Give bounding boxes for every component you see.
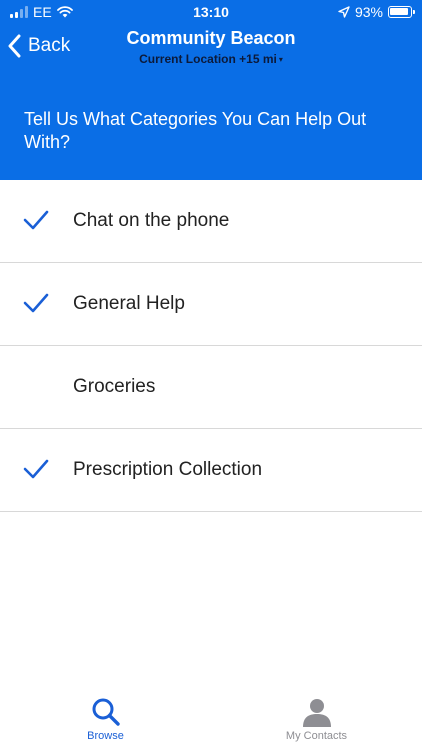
category-label: General Help (73, 293, 185, 314)
location-selector[interactable]: Current Location +15 mi ▾ (0, 52, 422, 66)
tab-my-contacts-label: My Contacts (285, 730, 348, 742)
caret-down-icon: ▾ (278, 55, 283, 65)
header: EE 13:10 93% Back Community Beacon Curre… (0, 0, 422, 180)
location-label: Current Location +15 mi (139, 52, 277, 66)
category-list: Chat on the phone General Help Groceries… (0, 180, 422, 512)
checkmark-icon (23, 459, 49, 479)
tab-my-contacts[interactable]: My Contacts (211, 688, 422, 750)
nav-bar: Back Community Beacon Current Location +… (0, 26, 422, 76)
location-arrow-icon (338, 6, 350, 18)
battery-percent: 93% (354, 4, 383, 20)
status-right: 93% (338, 4, 415, 20)
status-bar: EE 13:10 93% (0, 0, 422, 24)
category-label: Prescription Collection (73, 459, 263, 480)
tab-browse-label: Browse (87, 730, 124, 742)
tab-bar: Browse My Contacts (0, 688, 422, 750)
category-label: Groceries (73, 376, 156, 397)
category-label: Chat on the phone (73, 210, 230, 231)
category-row[interactable]: General Help (0, 263, 422, 346)
tab-browse[interactable]: Browse (0, 688, 211, 750)
page-title: Community Beacon (126, 28, 296, 48)
battery-icon (388, 6, 415, 18)
screen: EE 13:10 93% Back Community Beacon Curre… (0, 0, 422, 750)
category-row[interactable]: Groceries (0, 346, 422, 429)
person-icon (302, 699, 331, 727)
category-row[interactable]: Chat on the phone (0, 180, 422, 263)
prompt-heading: Tell Us What Categories You Can Help Out… (24, 109, 367, 152)
search-icon (92, 698, 120, 726)
checkmark-icon (23, 293, 49, 313)
checkmark-icon (23, 210, 49, 230)
category-row[interactable]: Prescription Collection (0, 429, 422, 512)
